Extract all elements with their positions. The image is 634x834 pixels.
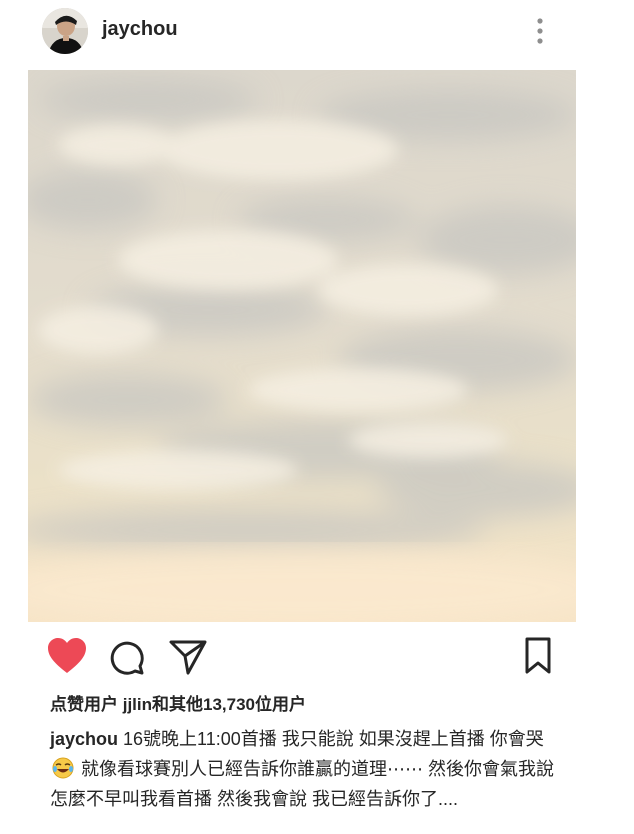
post-actions <box>0 630 634 682</box>
instagram-post: jaychou 点赞用户 jjlin和其他13,730位用户 jaychou 1… <box>0 0 634 834</box>
heart-icon <box>48 638 86 673</box>
comment-button[interactable] <box>108 638 146 676</box>
likes-suffix: 和其他13,730位用户 <box>152 695 307 714</box>
post-caption: jaychou 16號晚上11:00首播 我只能說 如果沒趕上首播 你會哭 就像… <box>50 724 560 814</box>
post-header: jaychou <box>0 0 634 66</box>
more-options-icon <box>537 18 543 44</box>
bookmark-icon <box>525 637 551 674</box>
profile-avatar-icon <box>42 8 88 54</box>
caption-username[interactable]: jaychou <box>50 729 118 749</box>
likes-user[interactable]: jjlin <box>123 695 152 714</box>
laughing-crying-emoji-icon <box>52 757 74 779</box>
likes-count[interactable]: 点赞用户 jjlin和其他13,730位用户 <box>50 690 306 715</box>
save-button[interactable] <box>522 636 554 676</box>
sky-clouds-image-icon <box>28 70 576 622</box>
caption-text-part2: 就像看球賽別人已經告訴你誰贏的道理⋯⋯ 然後你會氣我說 怎麼不早叫我看首播 然後… <box>50 759 554 809</box>
like-button[interactable] <box>46 636 88 676</box>
share-icon <box>169 640 207 675</box>
more-options-button[interactable] <box>530 16 550 46</box>
comment-icon <box>110 641 144 675</box>
post-username[interactable]: jaychou <box>102 18 178 41</box>
avatar[interactable] <box>42 8 88 54</box>
caption-text-part1: 16號晚上11:00首播 我只能說 如果沒趕上首播 你會哭 <box>118 729 544 749</box>
post-image[interactable] <box>28 70 576 622</box>
share-button[interactable] <box>168 638 208 676</box>
likes-prefix: 点赞用户 <box>50 695 123 714</box>
